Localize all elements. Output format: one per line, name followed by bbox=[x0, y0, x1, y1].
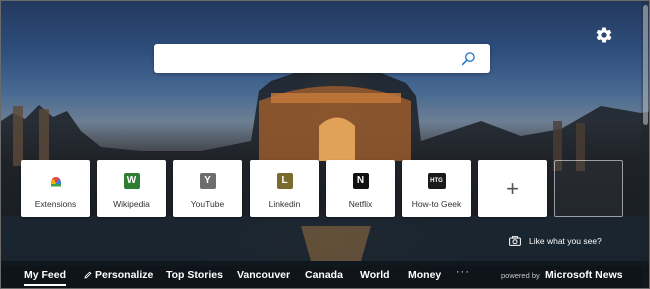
tile-label: Extensions bbox=[34, 199, 77, 209]
tile-label: YouTube bbox=[190, 199, 225, 209]
tile-netflix[interactable]: N Netflix bbox=[326, 160, 395, 217]
tile-how-to-geek[interactable]: HTG How-to Geek bbox=[402, 160, 471, 217]
nav-personalize-label: Personalize bbox=[95, 269, 154, 281]
nav-canada[interactable]: Canada bbox=[305, 269, 343, 281]
htg-logo-icon: HTG bbox=[427, 173, 446, 189]
wikipedia-logo-icon: W bbox=[123, 173, 140, 189]
nav-world[interactable]: World bbox=[360, 269, 390, 281]
tile-label: How-to Geek bbox=[411, 199, 462, 209]
tile-extensions[interactable]: Extensions bbox=[21, 160, 90, 217]
like-what-you-see-link[interactable]: Like what you see? bbox=[509, 235, 602, 247]
plus-icon: + bbox=[506, 175, 519, 201]
search-box[interactable] bbox=[154, 44, 490, 73]
search-input[interactable] bbox=[164, 50, 454, 67]
powered-by-text: powered by bbox=[501, 271, 540, 280]
nav-personalize[interactable]: Personalize bbox=[84, 269, 153, 281]
nav-vancouver[interactable]: Vancouver bbox=[237, 269, 290, 281]
new-tab-page: Extensions W Wikipedia Y YouTube L Linke… bbox=[0, 0, 650, 289]
extensions-icon bbox=[50, 177, 61, 187]
nav-my-feed[interactable]: My Feed bbox=[24, 269, 67, 286]
youtube-logo-icon: Y bbox=[199, 173, 216, 189]
camera-icon bbox=[509, 236, 521, 246]
like-what-you-see-text: Like what you see? bbox=[529, 236, 602, 246]
linkedin-logo-icon: L bbox=[276, 173, 293, 189]
nav-money[interactable]: Money bbox=[408, 269, 441, 281]
pencil-icon bbox=[84, 271, 92, 279]
search-icon[interactable] bbox=[461, 51, 476, 66]
tile-wikipedia[interactable]: W Wikipedia bbox=[97, 160, 166, 217]
tile-label: Wikipedia bbox=[113, 199, 150, 209]
tile-linkedin[interactable]: L Linkedin bbox=[250, 160, 319, 217]
empty-tile-slot[interactable] bbox=[554, 160, 623, 217]
microsoft-news-brand[interactable]: Microsoft News bbox=[545, 269, 623, 281]
news-nav-bar: My Feed Personalize Top Stories Vancouve… bbox=[1, 261, 649, 288]
add-site-button[interactable]: + bbox=[478, 160, 547, 217]
tile-label: Linkedin bbox=[268, 199, 301, 209]
tile-youtube[interactable]: Y YouTube bbox=[173, 160, 242, 217]
tile-label: Netflix bbox=[348, 199, 373, 209]
netflix-logo-icon: N bbox=[352, 173, 369, 189]
gear-icon[interactable] bbox=[595, 26, 613, 44]
nav-top-stories[interactable]: Top Stories bbox=[166, 269, 223, 281]
scrollbar-thumb[interactable] bbox=[643, 5, 648, 125]
more-menu-button[interactable]: ··· bbox=[456, 266, 470, 278]
